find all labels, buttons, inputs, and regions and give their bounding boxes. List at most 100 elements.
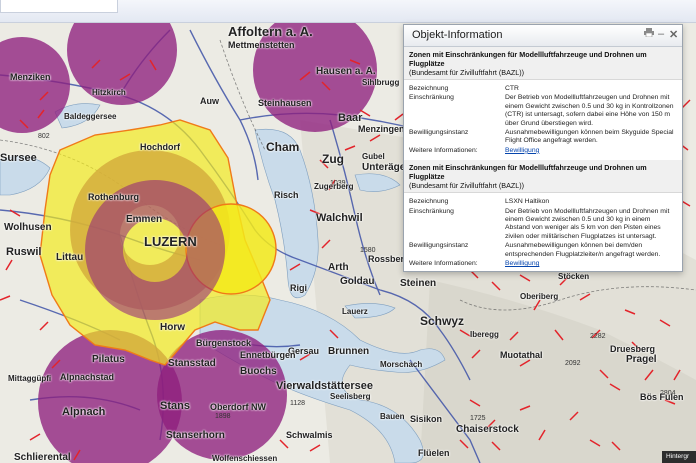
place-label: Rothenburg	[88, 192, 139, 202]
place-label: Stanserhorn	[166, 430, 225, 441]
header-tab[interactable]	[0, 0, 118, 13]
svg-text:2282: 2282	[590, 333, 606, 340]
place-label: Walchwil	[316, 212, 363, 224]
object-info-popup: Objekt-Information – ✕ Zonen mit Einschr…	[403, 24, 683, 272]
place-label: Pragel	[626, 354, 657, 365]
info-table: Bezeichnung LSXN Haltikon Einschränkung De…	[409, 198, 675, 269]
table-row: Weitere Informationen: Bewilligung	[409, 260, 675, 269]
svg-text:802: 802	[38, 133, 50, 140]
place-label: Schwyz	[420, 314, 465, 328]
row-key: Einschränkung	[409, 207, 454, 215]
place-label: LUZERN	[144, 234, 197, 249]
row-key: Bewilligungsinstanz	[409, 129, 469, 137]
section-header: Zonen mit Einschränkungen für Modellluft…	[404, 160, 682, 194]
place-label: Stans	[160, 400, 190, 412]
row-value: Der Betrieb von Modellluftfahrzeugen und…	[505, 207, 670, 240]
place-label: Littau	[56, 252, 84, 263]
place-label: Chaiserstock	[456, 424, 519, 435]
place-label: Seelisberg	[330, 392, 371, 401]
place-label: Steinhausen	[258, 98, 312, 108]
place-label: Mettmenstetten	[228, 40, 295, 50]
place-label: Sihlbrugg	[362, 78, 400, 87]
place-label: Auw	[200, 96, 219, 106]
place-label: Druesberg	[610, 344, 656, 354]
row-key: Weitere Informationen:	[409, 146, 478, 154]
place-label: Hitzkirch	[92, 88, 126, 97]
place-label: Hochdorf	[140, 142, 180, 152]
place-label: Risch	[274, 190, 299, 200]
place-label: Hausen a. A.	[316, 66, 376, 77]
row-value: LSXN Haltikon	[505, 198, 550, 206]
place-label: Morschach	[380, 360, 423, 369]
place-label: Zugerberg	[314, 182, 354, 191]
place-label: Schwalmis	[286, 430, 333, 440]
place-label: Lauerz	[342, 307, 368, 316]
row-value: Ausnahmebewilligungen können beim Skygui…	[505, 129, 674, 145]
svg-text:2092: 2092	[565, 360, 581, 367]
minimize-icon[interactable]: –	[658, 28, 664, 40]
place-label: Arth	[328, 262, 349, 273]
section-heading: Zonen mit Einschränkungen für Modellluft…	[409, 50, 647, 68]
close-icon[interactable]: ✕	[669, 28, 678, 41]
place-label: Bauen	[380, 412, 405, 421]
row-key: Bezeichnung	[409, 85, 449, 92]
bewilligung-link[interactable]: Bewilligung	[505, 147, 539, 154]
place-label: Schlierental	[14, 452, 71, 463]
info-table: Bezeichnung CTR Einschränkung Der Betrieb …	[409, 85, 675, 156]
section-source: (Bundesamt für Zivilluftfahrt (BAZL))	[409, 68, 525, 77]
place-label: Alpnachstad	[60, 372, 115, 382]
place-label: Stansstad	[168, 358, 216, 369]
place-label: Zug	[322, 152, 344, 166]
place-label: Wolfenschiessen	[212, 454, 278, 463]
popup-title: Objekt-Information	[412, 29, 503, 41]
background-toggle-button[interactable]: Hintergr	[662, 451, 696, 463]
place-label: Affoltern a. A.	[228, 24, 313, 39]
place-label: Oberiberg	[520, 292, 559, 301]
place-label: Gubel	[362, 152, 385, 161]
place-label: Stöcken	[558, 272, 590, 281]
svg-text:1128: 1128	[290, 400, 305, 407]
popup-header: Objekt-Information – ✕	[404, 25, 682, 47]
place-label: Sisikon	[410, 414, 443, 424]
place-label: Steinen	[400, 278, 437, 289]
place-label: Cham	[266, 140, 300, 154]
place-label: Brunnen	[328, 346, 370, 357]
row-key: Bewilligungsinstanz	[409, 242, 469, 250]
print-icon[interactable]	[644, 28, 654, 40]
section-heading: Zonen mit Einschränkungen für Modellluft…	[409, 163, 647, 182]
table-row: Bewilligungsinstanz Ausnahmebewilligungen…	[409, 129, 675, 147]
table-row: Weitere Informationen: Bewilligung	[409, 147, 675, 156]
svg-text:1898: 1898	[215, 413, 231, 420]
place-label: Bös Fulen	[640, 392, 684, 402]
place-label: Menzingen	[358, 124, 405, 134]
bewilligung-link[interactable]: Bewilligung	[505, 260, 539, 267]
table-row: Bezeichnung LSXN Haltikon	[409, 198, 675, 207]
place-label: Iberegg	[470, 330, 499, 339]
place-label: Emmen	[126, 214, 163, 225]
place-label: Horw	[160, 322, 185, 333]
place-label: Muotathal	[500, 350, 543, 360]
svg-text:1725: 1725	[470, 415, 486, 422]
place-label: Mittaggüpfi	[8, 374, 52, 383]
place-label: Baar	[338, 112, 363, 124]
row-key: Bezeichnung	[409, 198, 449, 206]
place-label: Alpnach	[62, 406, 106, 418]
row-key: Weitere Informationen:	[409, 260, 478, 268]
table-row: Einschränkung Der Betrieb von Modellluftf…	[409, 94, 675, 129]
section-source: (Bundesamt für Zivilluftfahrt (BAZL))	[409, 181, 525, 191]
place-label: Buochs	[240, 366, 277, 377]
place-label: Vierwaldstättersee	[276, 380, 374, 392]
place-label: Menziken	[10, 72, 51, 82]
place-label: Oberdorf NW	[210, 402, 266, 412]
table-row: Einschränkung Der Betrieb von Modellluftf…	[409, 208, 675, 243]
row-value: Ausnahmebewilligungen können bei dem/den…	[505, 242, 661, 258]
place-label: Rigi	[290, 283, 307, 293]
app-header	[0, 0, 696, 23]
place-label: Ennetbürgen	[240, 350, 296, 360]
place-label: Ruswil	[6, 246, 42, 258]
table-row: Bezeichnung CTR	[409, 85, 675, 94]
place-label: Baldeggersee	[64, 112, 117, 121]
row-key: Einschränkung	[409, 94, 454, 102]
place-label: Bürgenstock	[196, 338, 252, 348]
section-header: Zonen mit Einschränkungen für Modellluft…	[404, 47, 682, 80]
